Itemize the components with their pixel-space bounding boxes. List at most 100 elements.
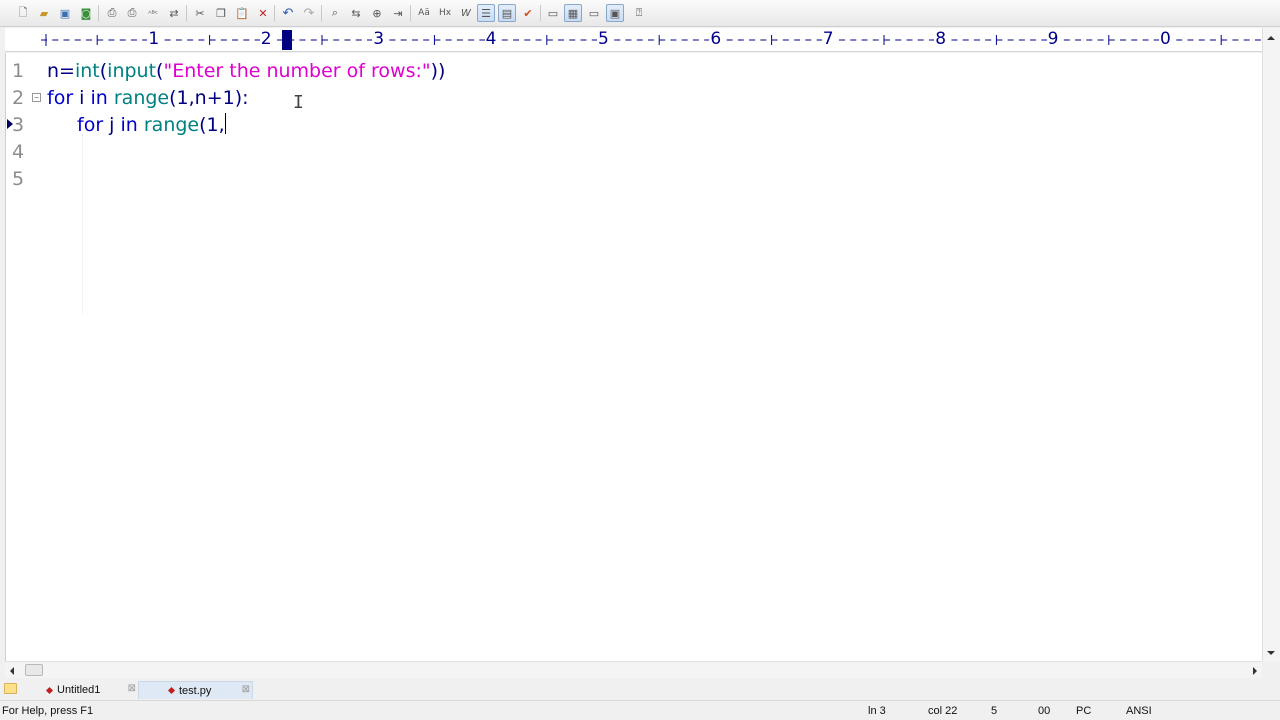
scrollbar-thumb[interactable] bbox=[25, 664, 43, 676]
line-numbers-icon[interactable]: ☰ bbox=[477, 4, 495, 22]
delete-icon[interactable]: ✕ bbox=[254, 4, 272, 22]
uppercase-icon[interactable]: Aä bbox=[415, 4, 433, 22]
toolbar-separator bbox=[410, 5, 411, 21]
mouse-ibeam-cursor-icon: I bbox=[293, 92, 304, 113]
ruler-label: 8 bbox=[934, 29, 948, 49]
ruler: 1 2 3 4 5 6 7 8 9 0 bbox=[5, 28, 1280, 52]
code-token: for bbox=[47, 87, 74, 109]
ruler-cursor-marker bbox=[282, 30, 292, 50]
toolbar-separator bbox=[540, 5, 541, 21]
status-line: ln 3 bbox=[868, 705, 886, 717]
print-icon[interactable]: ⎙ bbox=[123, 4, 141, 22]
copy-icon[interactable]: ❐ bbox=[212, 4, 230, 22]
code-editor[interactable]: 1 n=int(input("Enter the number of rows:… bbox=[5, 53, 1262, 661]
code-token: j bbox=[103, 114, 121, 136]
scroll-down-icon[interactable] bbox=[1267, 651, 1275, 655]
vertical-scrollbar[interactable] bbox=[1262, 28, 1280, 661]
status-encoding: ANSI bbox=[1126, 705, 1152, 717]
code-line[interactable]: 5 bbox=[6, 165, 1256, 192]
print-preview-icon[interactable]: ⎙ bbox=[103, 4, 121, 22]
line-number: 4 bbox=[12, 141, 25, 163]
find-in-files-icon[interactable]: ⊕ bbox=[368, 4, 386, 22]
toolbar-separator bbox=[98, 5, 99, 21]
horizontal-scrollbar[interactable] bbox=[5, 661, 1262, 678]
save-all-icon[interactable]: ◙ bbox=[77, 4, 95, 22]
hex-icon[interactable]: Hx bbox=[436, 4, 454, 22]
code-token: range bbox=[143, 114, 200, 136]
editor-window: 🗋 ▰ ▣ ◙ ⎙ ⎙ ᴬᴮᶜ ⇄ ✂ ❐ 📋 ✕ ↶ ↷ ⌕ ⇆ ⊕ ⇥ Aä… bbox=[0, 0, 1280, 720]
ruler-label: 4 bbox=[484, 29, 498, 49]
fold-collapse-icon[interactable]: − bbox=[32, 93, 41, 102]
status-line-count: 5 bbox=[991, 705, 998, 717]
code-line[interactable]: 1 n=int(input("Enter the number of rows:… bbox=[6, 57, 1256, 84]
line-number: 3 bbox=[12, 114, 25, 136]
code-token: i bbox=[73, 87, 91, 109]
column-mode-icon[interactable]: ▤ bbox=[498, 4, 516, 22]
line-number: 1 bbox=[12, 60, 25, 82]
tile-icon[interactable]: ▦ bbox=[564, 4, 582, 22]
folder-icon[interactable] bbox=[4, 683, 17, 694]
code-token: ( bbox=[169, 87, 177, 109]
find-icon[interactable]: ⌕ bbox=[326, 4, 344, 22]
ruler-label: 7 bbox=[821, 29, 835, 49]
toolbar-separator bbox=[186, 5, 187, 21]
redo-icon[interactable]: ↷ bbox=[300, 4, 318, 22]
ruler-ticks bbox=[41, 34, 1280, 46]
ruler-label: 6 bbox=[709, 29, 723, 49]
open-folder-icon[interactable]: ▰ bbox=[35, 4, 53, 22]
tab-label: Untitled1 bbox=[57, 684, 101, 696]
ruler-label: 3 bbox=[372, 29, 386, 49]
code-token: )) bbox=[430, 60, 446, 82]
new-file-icon[interactable]: 🗋 bbox=[14, 4, 32, 22]
code-token: 1 bbox=[222, 87, 235, 109]
ruler-label: 1 bbox=[147, 29, 161, 49]
compare-icon[interactable]: ⇄ bbox=[165, 4, 183, 22]
tab-test-py[interactable]: test.py ⊠ bbox=[138, 681, 253, 699]
status-column: col 22 bbox=[928, 705, 958, 717]
replace-icon[interactable]: ⇆ bbox=[347, 4, 365, 22]
code-token: in bbox=[90, 87, 108, 109]
paste-icon[interactable]: 📋 bbox=[233, 4, 251, 22]
toolbar-separator bbox=[274, 5, 275, 21]
status-eol: PC bbox=[1076, 705, 1092, 717]
modified-dot-icon bbox=[45, 686, 54, 694]
code-line[interactable]: 4 bbox=[6, 138, 1256, 165]
close-tab-icon[interactable]: ⊠ bbox=[128, 683, 136, 694]
code-token: 1 bbox=[176, 87, 189, 109]
code-text: for i in range(1,n+1): bbox=[47, 86, 249, 110]
tab-untitled1[interactable]: Untitled1 ⊠ bbox=[40, 681, 138, 699]
save-icon[interactable]: ▣ bbox=[56, 4, 74, 22]
tab-label: test.py bbox=[179, 684, 212, 697]
status-mode: 00 bbox=[1038, 705, 1051, 717]
cut-icon[interactable]: ✂ bbox=[191, 4, 209, 22]
cascade-icon[interactable]: ▭ bbox=[585, 4, 603, 22]
toolbar-separator bbox=[321, 5, 322, 21]
modified-dot-icon bbox=[167, 686, 176, 695]
code-line[interactable]: 2 − for i in range(1,n+1): bbox=[6, 84, 1256, 111]
ruler-label: 5 bbox=[597, 29, 610, 49]
output-window-icon[interactable]: ▣ bbox=[606, 4, 624, 22]
code-line[interactable]: 3 for j in range(1, bbox=[6, 111, 1256, 138]
code-text: for j in range(1, bbox=[77, 113, 226, 137]
help-icon[interactable]: ⍰ bbox=[630, 4, 648, 22]
checkmark-icon[interactable]: ✔ bbox=[519, 4, 537, 22]
line-number: 2 bbox=[12, 87, 25, 109]
close-tab-icon[interactable]: ⊠ bbox=[242, 684, 250, 695]
line-number: 5 bbox=[12, 168, 25, 190]
window-list-icon[interactable]: ▭ bbox=[544, 4, 562, 22]
code-token: n= bbox=[47, 60, 75, 82]
spell-check-icon[interactable]: ᴬᴮᶜ bbox=[144, 4, 162, 22]
scroll-left-icon[interactable] bbox=[10, 667, 14, 675]
goto-icon[interactable]: ⇥ bbox=[389, 4, 407, 22]
ruler-label: 0 bbox=[1159, 29, 1172, 49]
scroll-up-icon[interactable] bbox=[1267, 36, 1275, 40]
text-caret bbox=[224, 113, 226, 134]
code-token: in bbox=[120, 114, 138, 136]
code-token: int bbox=[74, 60, 100, 82]
word-wrap-icon[interactable]: W bbox=[457, 4, 475, 22]
undo-icon[interactable]: ↶ bbox=[279, 4, 297, 22]
scroll-right-icon[interactable] bbox=[1253, 667, 1257, 675]
status-help-text: For Help, press F1 bbox=[2, 705, 94, 717]
ruler-label: 2 bbox=[259, 29, 273, 49]
code-token: ,n+ bbox=[188, 87, 223, 109]
